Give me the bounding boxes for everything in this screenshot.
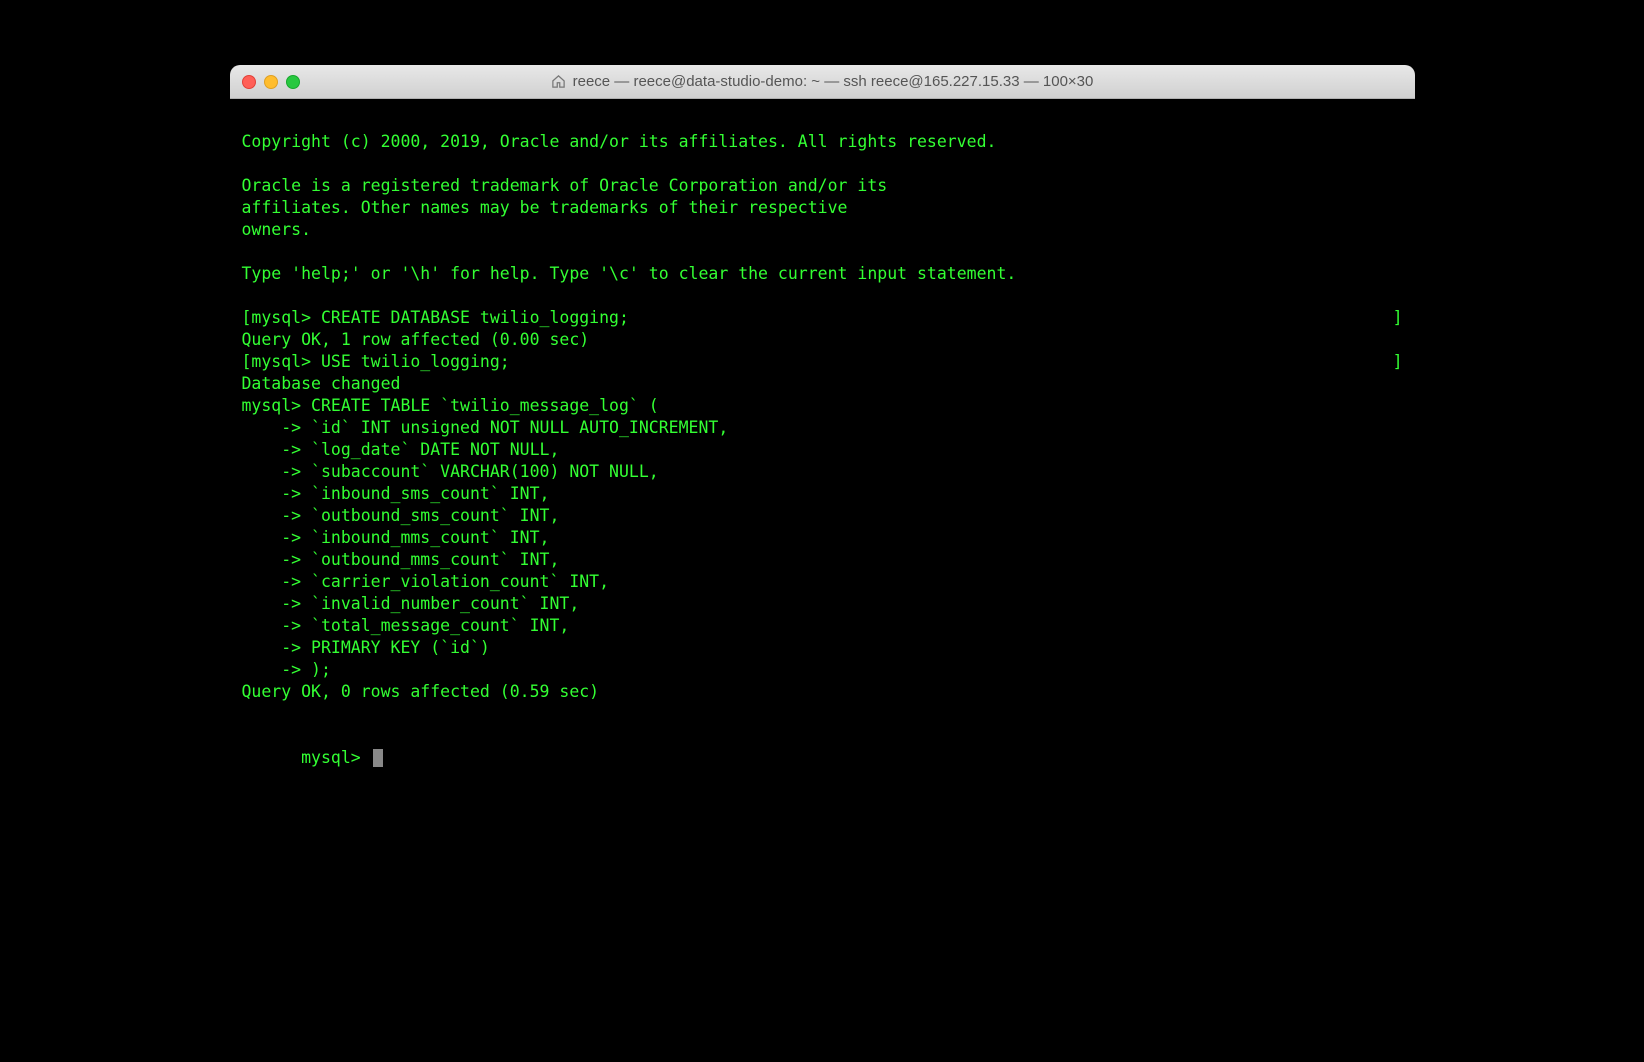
terminal-line [242, 703, 1403, 725]
terminal-line: -> `total_message_count` INT, [242, 615, 1403, 637]
terminal-line: -> `inbound_sms_count` INT, [242, 483, 1403, 505]
terminal-prompt-line: mysql> [242, 725, 1403, 791]
terminal-prompt: mysql> [301, 748, 371, 767]
window-title: reece — reece@data-studio-demo: ~ — ssh … [573, 73, 1094, 90]
terminal-line: -> `invalid_number_count` INT, [242, 593, 1403, 615]
terminal-window: reece — reece@data-studio-demo: ~ — ssh … [230, 65, 1415, 805]
terminal-line [242, 285, 1403, 307]
terminal-line: -> ); [242, 659, 1403, 681]
traffic-lights [242, 75, 300, 89]
terminal-line: [mysql> CREATE DATABASE twilio_logging; … [242, 307, 1403, 329]
terminal-line [242, 241, 1403, 263]
terminal-text: [mysql> USE twilio_logging; [242, 351, 510, 373]
terminal-lines: Database changedmysql> CREATE TABLE `twi… [242, 373, 1403, 725]
close-button[interactable] [242, 75, 256, 89]
terminal-line: Query OK, 1 row affected (0.00 sec) [242, 329, 1403, 351]
cursor [373, 749, 383, 767]
terminal-line: -> `carrier_violation_count` INT, [242, 571, 1403, 593]
terminal-line: Query OK, 0 rows affected (0.59 sec) [242, 681, 1403, 703]
maximize-button[interactable] [286, 75, 300, 89]
titlebar: reece — reece@data-studio-demo: ~ — ssh … [230, 65, 1415, 99]
terminal-line [242, 153, 1403, 175]
terminal-line [242, 109, 1403, 131]
terminal-bracket: ] [1393, 307, 1403, 329]
terminal-line: mysql> CREATE TABLE `twilio_message_log`… [242, 395, 1403, 417]
terminal-bracket: ] [1393, 351, 1403, 373]
terminal-lines: Copyright (c) 2000, 2019, Oracle and/or … [242, 109, 1403, 307]
terminal-text: [mysql> CREATE DATABASE twilio_logging; [242, 307, 629, 329]
terminal-line: Copyright (c) 2000, 2019, Oracle and/or … [242, 131, 1403, 153]
terminal-line: Oracle is a registered trademark of Orac… [242, 175, 1403, 197]
terminal-body[interactable]: Copyright (c) 2000, 2019, Oracle and/or … [230, 99, 1415, 805]
terminal-line: [mysql> USE twilio_logging; ] [242, 351, 1403, 373]
terminal-line: affiliates. Other names may be trademark… [242, 197, 1403, 219]
terminal-line: -> `log_date` DATE NOT NULL, [242, 439, 1403, 461]
terminal-line: Database changed [242, 373, 1403, 395]
terminal-line: owners. [242, 219, 1403, 241]
terminal-line: -> `outbound_sms_count` INT, [242, 505, 1403, 527]
terminal-line: -> `outbound_mms_count` INT, [242, 549, 1403, 571]
terminal-line: Type 'help;' or '\h' for help. Type '\c'… [242, 263, 1403, 285]
minimize-button[interactable] [264, 75, 278, 89]
window-title-wrap: reece — reece@data-studio-demo: ~ — ssh … [230, 73, 1415, 90]
terminal-line: -> `inbound_mms_count` INT, [242, 527, 1403, 549]
terminal-line: -> `subaccount` VARCHAR(100) NOT NULL, [242, 461, 1403, 483]
terminal-line: -> PRIMARY KEY (`id`) [242, 637, 1403, 659]
home-icon [551, 74, 567, 90]
terminal-line: -> `id` INT unsigned NOT NULL AUTO_INCRE… [242, 417, 1403, 439]
